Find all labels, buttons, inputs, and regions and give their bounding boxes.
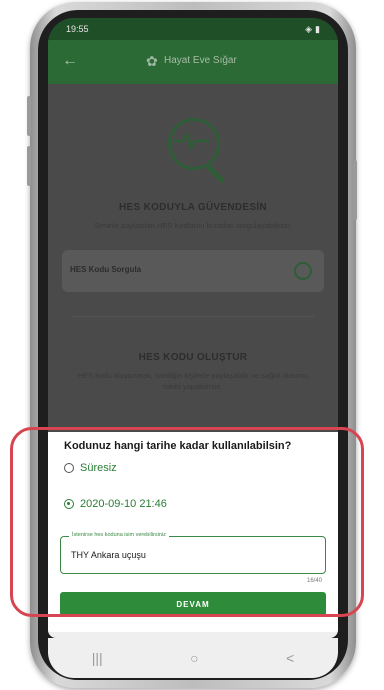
main-content: HES KODUYLA GÜVENDESİN Seninle paylaşıla… <box>48 84 338 454</box>
search-icon <box>294 262 312 280</box>
query-label: HES Kodu Sorgula <box>70 265 142 274</box>
highlight-frame <box>10 427 364 617</box>
section-title-create: HES KODU OLUŞTUR <box>138 352 248 363</box>
recent-apps-icon[interactable]: ||| <box>92 650 103 666</box>
section-title-query: HES KODUYLA GÜVENDESİN <box>119 202 267 213</box>
back-arrow-icon[interactable]: ← <box>62 52 78 70</box>
volume-button <box>27 96 31 136</box>
status-time: 19:55 <box>66 24 89 34</box>
power-button <box>353 160 357 220</box>
app-bar: ← ✿ Hayat Eve Sığar <box>48 40 338 84</box>
volume-button <box>27 146 31 186</box>
divider <box>72 316 314 317</box>
status-bar: 19:55 ◈ ▮ <box>48 18 338 40</box>
battery-icon: ▮ <box>315 23 320 34</box>
back-icon[interactable]: < <box>286 650 294 666</box>
logo-icon: ✿ <box>146 53 158 69</box>
system-nav-bar: ||| ○ < <box>48 638 338 678</box>
section-subtitle-query: Seninle paylaşılan HES Kodlarını buradan… <box>93 221 293 230</box>
section-subtitle-create: HES kodu oluşturarak, istediğin kişilerl… <box>77 371 309 391</box>
wifi-icon: ◈ <box>305 23 313 34</box>
home-icon[interactable]: ○ <box>190 650 198 666</box>
magnifier-handle <box>206 164 226 184</box>
app-title: Hayat Eve Sığar <box>164 55 237 66</box>
query-hes-button[interactable]: HES Kodu Sorgula <box>62 250 324 292</box>
status-icons: ◈ ▮ <box>302 24 320 35</box>
pulse-icon <box>173 132 209 150</box>
